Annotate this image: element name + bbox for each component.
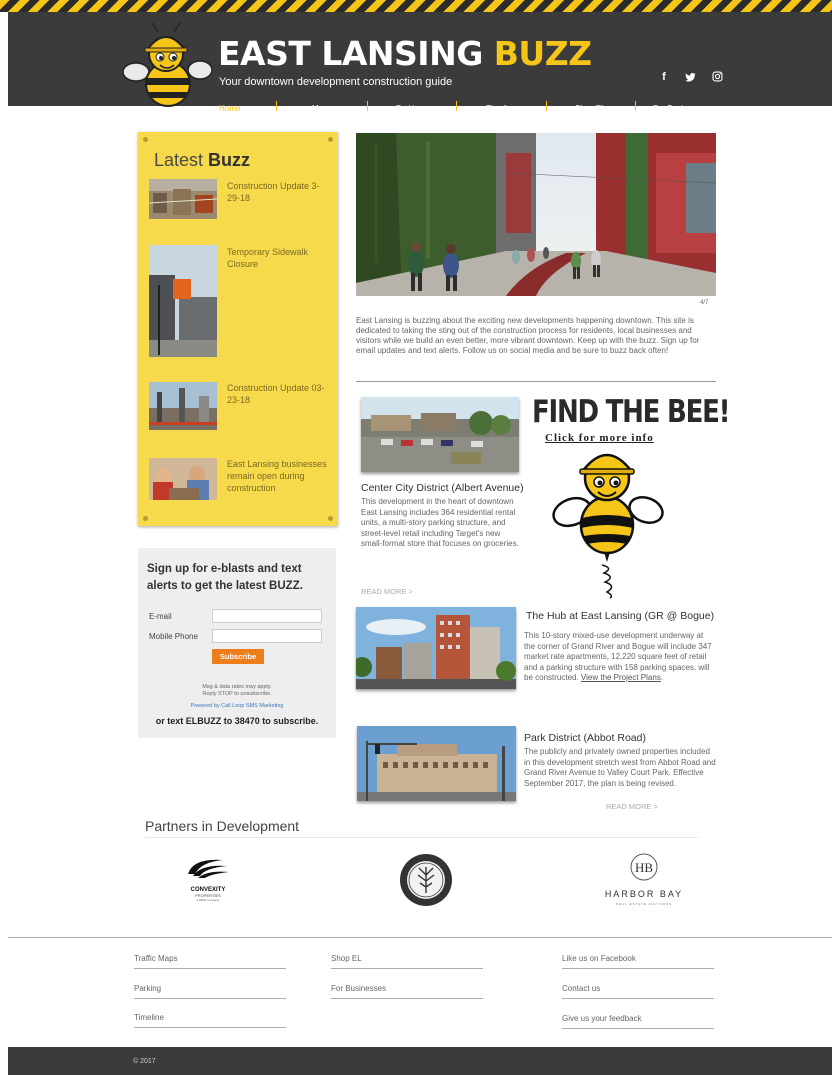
buzz-thumbnail[interactable]	[149, 245, 217, 357]
rivet	[328, 137, 333, 142]
powered-by-link[interactable]: Powered by Call Loop SMS Marketing	[138, 703, 336, 709]
copyright: © 2017	[133, 1058, 156, 1065]
footer-link-underline	[331, 998, 483, 999]
text-to-subscribe: or text ELBUZZ to 38470 to subscribe.	[155, 716, 319, 726]
nav-timeline[interactable]: Timeline	[486, 104, 516, 113]
harbor-bay-sub: REAL ESTATE ADVISORS	[616, 902, 672, 906]
hero-slideshow-image[interactable]	[356, 133, 716, 296]
site-title[interactable]: EAST LANSING BUZZ	[218, 34, 592, 73]
site-title-main: EAST LANSING	[218, 34, 494, 73]
park-district-title[interactable]: Park District (Abbot Road)	[524, 732, 646, 744]
buzz-thumbnail[interactable]	[149, 179, 217, 219]
nav-parking[interactable]: Parking	[396, 104, 423, 113]
buzz-item-title[interactable]: Construction Update 03-23-18	[227, 382, 327, 406]
city-of-east-lansing-seal[interactable]	[399, 853, 453, 907]
footer-facebook-link[interactable]: Like us on Facebook	[562, 954, 636, 963]
email-label: E-mail	[149, 612, 172, 621]
rivet	[143, 516, 148, 521]
the-hub-title[interactable]: The Hub at East Lansing (GR @ Bogue)	[526, 610, 714, 622]
twitter-icon[interactable]	[683, 69, 699, 85]
center-city-image[interactable]	[361, 397, 519, 472]
buzz-item-title[interactable]: Temporary Sidewalk Closure	[227, 246, 327, 270]
find-the-bee-heading[interactable]: FIND THE BEE!	[532, 394, 731, 430]
buzz-item-title[interactable]: East Lansing businesses remain open duri…	[227, 458, 327, 494]
footer-timeline-link[interactable]: Timeline	[134, 1013, 164, 1022]
divider	[356, 381, 716, 382]
bee-mascot-logo-icon[interactable]	[122, 20, 214, 110]
subscribe-button[interactable]: Subscribe	[212, 649, 264, 664]
rivet	[328, 516, 333, 521]
nav-separator	[456, 101, 457, 111]
buzz-item-title[interactable]: Construction Update 3-29-18	[227, 180, 327, 204]
page: EAST LANSING BUZZ Your downtown developm…	[0, 0, 832, 1075]
buzz-thumbnail[interactable]	[149, 458, 217, 500]
nav-maps[interactable]: Maps	[312, 104, 332, 113]
convexity-swoosh-icon	[188, 859, 229, 878]
find-the-bee-mascot-icon[interactable]	[552, 440, 664, 600]
center-city-title[interactable]: Center City District (Albert Avenue)	[361, 482, 524, 494]
partners-title: Partners in Development	[145, 818, 300, 834]
latest-buzz-title: Latest Buzz	[154, 150, 250, 171]
facebook-icon[interactable]: f	[656, 69, 672, 85]
nav-separator	[367, 101, 368, 111]
divider	[145, 837, 698, 838]
svg-text:HB: HB	[635, 860, 653, 875]
harbor-bay-logo[interactable]: HB HARBOR BAY REAL ESTATE ADVISORS	[600, 853, 688, 907]
footer-link-underline	[562, 968, 714, 969]
signup-heading: Sign up for e-blasts and text alerts to …	[147, 563, 303, 592]
convexity-tiny: a DBW company	[196, 898, 220, 902]
park-district-read-more-link[interactable]: READ MORE >	[606, 802, 658, 811]
stop-disclaimer: Reply STOP to unsubscribe.	[202, 691, 272, 697]
footer-link-underline	[562, 998, 714, 999]
footer-link-underline	[562, 1028, 714, 1029]
site-title-accent: BUZZ	[493, 34, 592, 73]
rivet	[143, 137, 148, 142]
park-district-image[interactable]	[357, 726, 516, 801]
slide-counter: 4/7	[700, 300, 709, 306]
the-hub-description: This 10-story mixed-use development unde…	[524, 631, 716, 684]
harbor-bay-name: HARBOR BAY	[604, 889, 684, 899]
footer-link-underline	[134, 968, 286, 969]
nav-shop-el[interactable]: Shop EL	[575, 104, 606, 113]
email-field[interactable]	[212, 609, 322, 623]
nav-home[interactable]: Home	[219, 104, 240, 113]
mobile-phone-field[interactable]	[212, 629, 322, 643]
mobile-phone-label: Mobile Phone	[149, 632, 198, 641]
footer-parking-link[interactable]: Parking	[134, 984, 161, 993]
footer-divider	[8, 937, 832, 938]
harbor-bay-mark-icon: HB	[630, 853, 658, 881]
hazard-stripe-border	[0, 0, 832, 12]
latest-buzz-panel: Latest Buzz Construction Update 3-29-18 …	[138, 132, 338, 526]
signup-form: Sign up for e-blasts and text alerts to …	[138, 548, 336, 738]
convexity-properties-logo[interactable]: CONVEXITY PROPERTIES a DBW company	[183, 856, 233, 904]
center-city-read-more-link[interactable]: READ MORE >	[361, 587, 413, 596]
footer-link-underline	[134, 1027, 286, 1028]
footer-link-underline	[331, 968, 483, 969]
latest-buzz-title-light: Latest	[154, 150, 209, 170]
footer-link-underline	[134, 998, 286, 999]
footer-contact-link[interactable]: Contact us	[562, 984, 600, 993]
intro-paragraph: East Lansing is buzzing about the exciti…	[356, 316, 700, 355]
nav-separator	[546, 101, 547, 111]
view-project-plans-link[interactable]: View the Project Plans	[581, 673, 661, 682]
site-tagline: Your downtown development construction g…	[219, 76, 453, 88]
city-seal-icon	[400, 854, 452, 906]
site-header: EAST LANSING BUZZ Your downtown developm…	[8, 12, 832, 113]
the-hub-image[interactable]	[356, 607, 516, 689]
nav-separator	[635, 101, 636, 111]
footer-for-businesses-link[interactable]: For Businesses	[331, 984, 386, 993]
instagram-icon[interactable]	[709, 69, 725, 85]
buzz-thumbnail[interactable]	[149, 382, 217, 430]
footer-shop-el-link[interactable]: Shop EL	[331, 954, 362, 963]
center-city-description: This development in the heart of downtow…	[361, 497, 519, 548]
latest-buzz-title-bold: Buzz	[208, 150, 251, 170]
footer-bar: © 2017	[8, 1047, 832, 1075]
park-district-description: The publicly and privately owned propert…	[524, 747, 716, 788]
footer-feedback-link[interactable]: Give us your feedback	[562, 1014, 642, 1023]
footer-traffic-maps-link[interactable]: Traffic Maps	[134, 954, 178, 963]
the-hub-description-end: .	[660, 673, 664, 682]
nav-separator	[276, 101, 277, 111]
nav-for-businesses[interactable]: For Businesses	[653, 104, 708, 113]
